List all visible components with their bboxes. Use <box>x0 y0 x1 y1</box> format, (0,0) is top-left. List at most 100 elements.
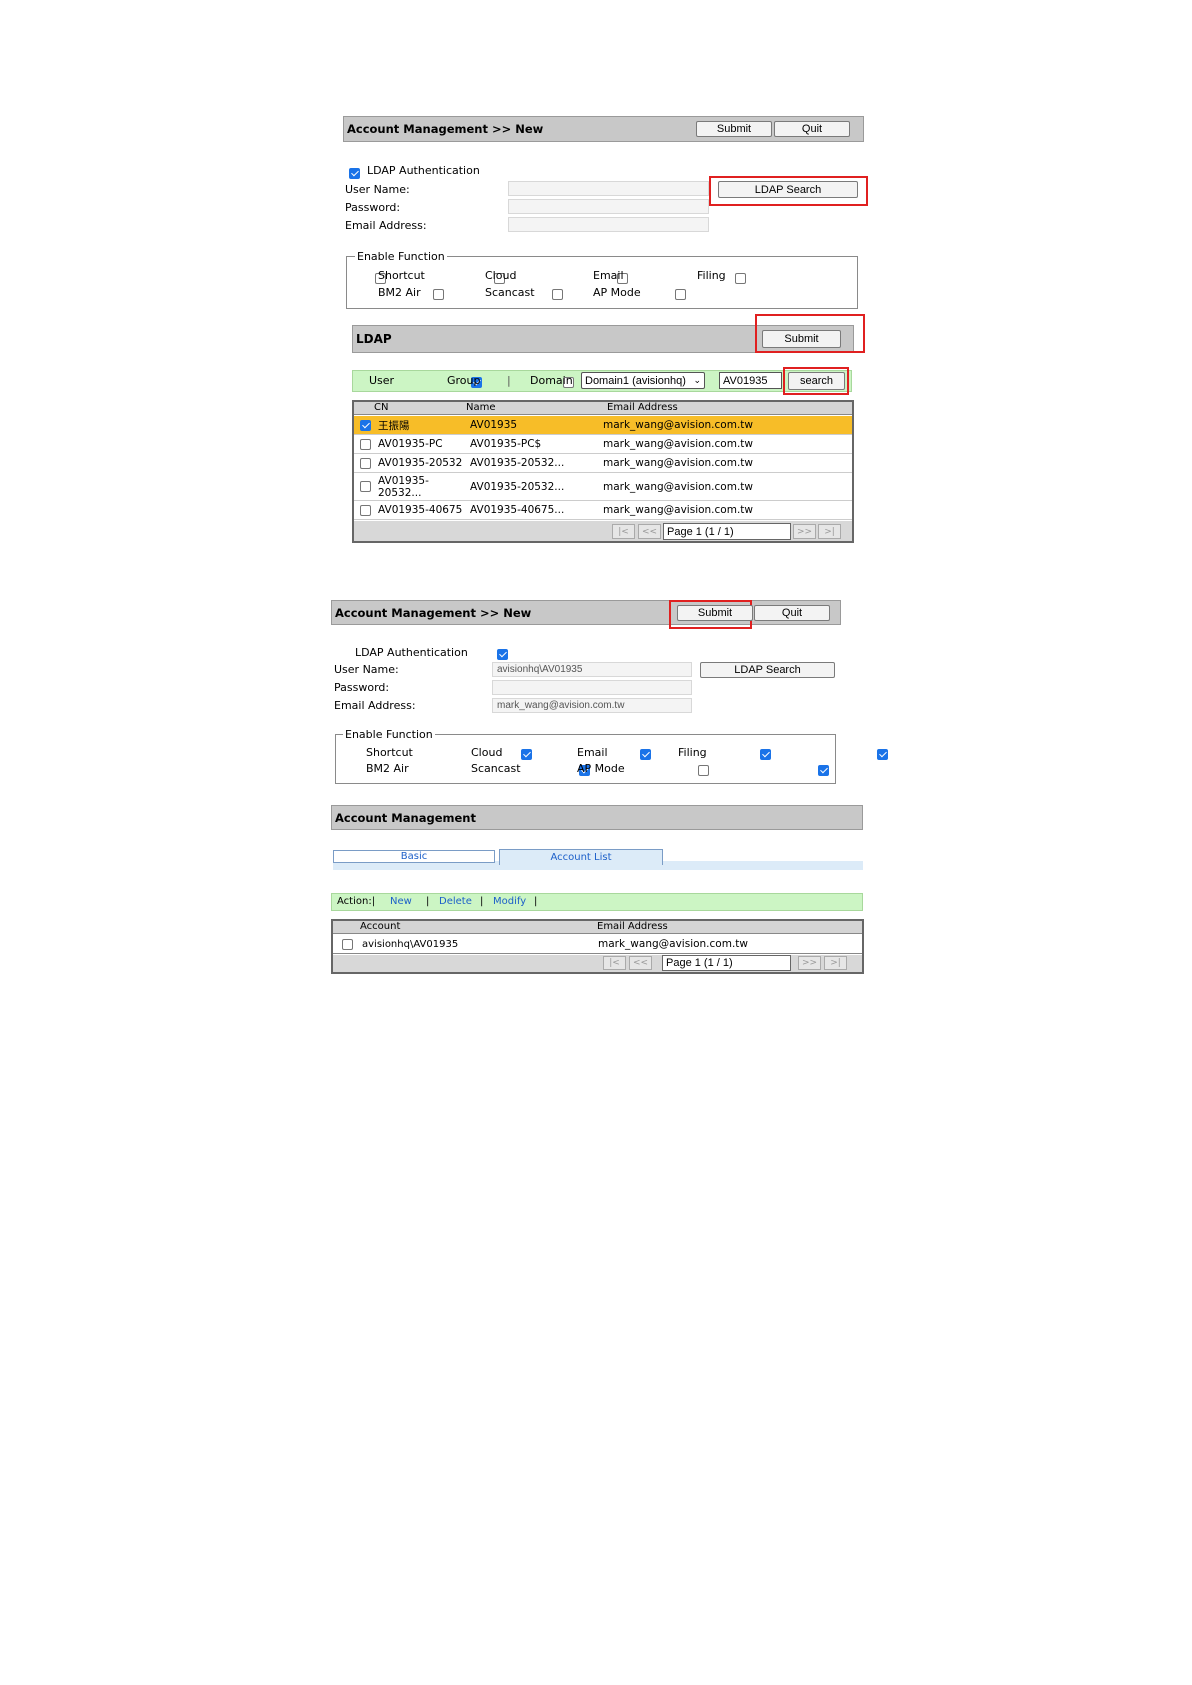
action-separator: | <box>480 896 484 907</box>
email-field[interactable] <box>508 217 709 232</box>
email-checkbox[interactable] <box>760 748 771 760</box>
filing-checkbox[interactable] <box>735 272 746 284</box>
row-cn: AV01935- 20532... <box>378 475 429 499</box>
password-field[interactable] <box>508 199 709 214</box>
filing-checkbox[interactable] <box>876 748 888 760</box>
enable-function-group <box>346 256 858 309</box>
filing-label: Filing <box>678 746 707 759</box>
email-label: Email Address: <box>334 699 416 712</box>
row-checkbox[interactable] <box>360 481 371 492</box>
search-input[interactable]: AV01935 <box>719 372 782 389</box>
row-cn: AV01935-40675 <box>378 504 463 516</box>
bm2-air-label: BM2 Air <box>378 286 421 299</box>
search-button[interactable]: search <box>788 372 845 390</box>
email-field[interactable]: mark_wang@avision.com.tw <box>492 698 692 713</box>
filter-separator: | <box>507 374 511 387</box>
account-management-title-bar: Account Management <box>331 805 863 830</box>
email-function-label: Email <box>593 269 624 282</box>
ap-mode-checkbox[interactable] <box>818 764 829 776</box>
prev-page-button[interactable]: << <box>638 524 661 539</box>
row-cn-line1: AV01935- <box>378 475 429 487</box>
modify-link[interactable]: Modify <box>493 896 526 907</box>
table-row[interactable]: AV01935-PC AV01935-PC$ mark_wang@avision… <box>354 435 852 454</box>
row-checkbox[interactable] <box>360 419 371 431</box>
password-label: Password: <box>334 681 390 694</box>
row-email: mark_wang@avision.com.tw <box>603 419 753 431</box>
page-indicator[interactable]: Page 1 (1 / 1) <box>662 955 791 971</box>
submit-button[interactable]: Submit <box>696 121 772 137</box>
shortcut-label: Shortcut <box>378 269 425 282</box>
user-name-label: User Name: <box>334 663 399 676</box>
group-filter-label: Group <box>447 374 481 387</box>
column-email: Email Address <box>607 402 678 413</box>
ap-mode-label: AP Mode <box>577 762 625 775</box>
enable-function-legend: Enable Function <box>343 728 435 741</box>
row-name: AV01935-20532... <box>470 457 565 469</box>
quit-button[interactable]: Quit <box>754 605 830 621</box>
cloud-checkbox[interactable] <box>639 748 651 760</box>
new-link[interactable]: New <box>390 896 412 907</box>
submit-button[interactable]: Submit <box>677 605 753 621</box>
row-cn: AV01935-20532 <box>378 457 463 469</box>
shortcut-label: Shortcut <box>366 746 413 759</box>
row-email: mark_wang@avision.com.tw <box>603 480 753 493</box>
user-name-label: User Name: <box>345 183 410 196</box>
column-name: Name <box>466 402 496 413</box>
tab-account-list[interactable]: Account List <box>499 849 663 865</box>
row-checkbox[interactable] <box>360 504 371 516</box>
ap-mode-label: AP Mode <box>593 286 641 299</box>
ldap-auth-label: LDAP Authentication <box>367 164 480 177</box>
first-page-button[interactable]: |< <box>603 956 626 970</box>
table-row[interactable]: AV01935- 20532... AV01935-20532... mark_… <box>354 473 852 501</box>
row-cn-line2: 20532... <box>378 487 422 499</box>
ldap-submit-button[interactable]: Submit <box>762 330 841 348</box>
row-email: mark_wang@avision.com.tw <box>603 438 753 450</box>
action-label: Action:| <box>337 896 376 907</box>
row-checkbox[interactable] <box>342 938 353 950</box>
bm2-air-checkbox[interactable] <box>432 288 444 300</box>
ldap-auth-checkbox[interactable] <box>496 648 508 660</box>
last-page-button[interactable]: >| <box>824 956 847 970</box>
ldap-search-button[interactable]: LDAP Search <box>700 662 835 678</box>
tab-basic[interactable]: Basic <box>333 850 495 863</box>
page-indicator[interactable]: Page 1 (1 / 1) <box>663 523 791 540</box>
email-label: Email Address: <box>345 219 427 232</box>
ldap-title: LDAP <box>356 332 392 346</box>
domain-select[interactable]: Domain1 (avisionhq) ⌄ <box>581 372 705 389</box>
last-page-button[interactable]: >| <box>818 524 841 539</box>
table-row[interactable]: avisionhq\AV01935 mark_wang@avision.com.… <box>333 935 862 954</box>
delete-link[interactable]: Delete <box>439 896 472 907</box>
user-name-field[interactable] <box>508 181 709 196</box>
email-function-label: Email <box>577 746 608 759</box>
column-cn: CN <box>374 402 389 413</box>
next-page-button[interactable]: >> <box>793 524 816 539</box>
prev-page-button[interactable]: << <box>629 956 652 970</box>
shortcut-checkbox[interactable] <box>521 748 532 760</box>
password-label: Password: <box>345 201 401 214</box>
row-checkbox[interactable] <box>360 457 371 469</box>
next-page-button[interactable]: >> <box>798 956 821 970</box>
table-row[interactable]: AV01935-40675 AV01935-40675... mark_wang… <box>354 501 852 520</box>
password-field[interactable] <box>492 680 692 695</box>
row-name: AV01935-20532... <box>470 480 565 493</box>
user-name-field[interactable]: avisionhq\AV01935 <box>492 662 692 677</box>
ldap-auth-label: LDAP Authentication <box>355 646 468 659</box>
row-cn: 王振陽 <box>378 419 410 432</box>
ldap-search-button[interactable]: LDAP Search <box>718 181 858 198</box>
row-checkbox[interactable] <box>360 438 371 450</box>
table-row[interactable]: AV01935-20532 AV01935-20532... mark_wang… <box>354 454 852 473</box>
scancast-label: Scancast <box>471 762 521 775</box>
enable-function-legend: Enable Function <box>355 250 447 263</box>
ap-mode-checkbox[interactable] <box>674 288 686 300</box>
domain-filter-label: Domain <box>530 374 573 387</box>
row-account: avisionhq\AV01935 <box>362 938 459 950</box>
table-row[interactable]: 王振陽 AV01935 mark_wang@avision.com.tw <box>354 416 852 435</box>
scancast-checkbox[interactable] <box>552 288 563 300</box>
ldap-auth-checkbox[interactable] <box>349 167 360 179</box>
quit-button[interactable]: Quit <box>774 121 850 137</box>
row-name: AV01935-PC$ <box>470 438 542 450</box>
scancast-checkbox[interactable] <box>697 764 709 776</box>
row-email: mark_wang@avision.com.tw <box>603 457 753 469</box>
chevron-down-icon: ⌄ <box>693 375 701 385</box>
first-page-button[interactable]: |< <box>612 524 635 539</box>
